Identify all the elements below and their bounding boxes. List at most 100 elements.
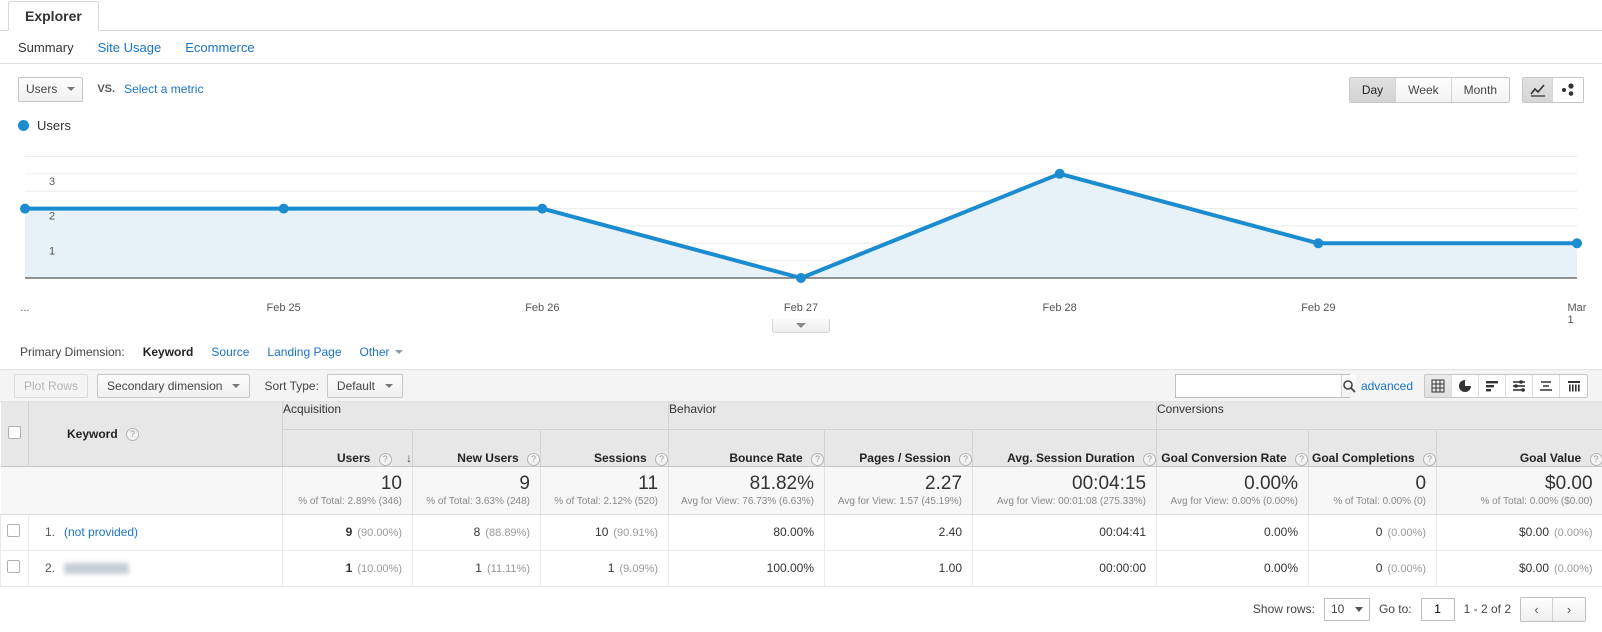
group-header-behavior: Behavior (669, 402, 1157, 429)
next-page-button[interactable]: › (1553, 598, 1585, 621)
granularity-month[interactable]: Month (1452, 78, 1509, 102)
legend-color-swatch (18, 120, 29, 131)
row-metric-cell: 1(9.09%) (541, 550, 669, 586)
chevron-down-icon (385, 384, 393, 388)
primary-metric-dropdown[interactable]: Users (18, 77, 83, 102)
primary-metric-label: Users (26, 82, 57, 96)
metric-value: 0.00% (1264, 525, 1298, 539)
table-row[interactable]: 1.(not provided)9(90.00%)8(88.89%)10(90.… (1, 514, 1602, 550)
percentage-view-icon[interactable] (1452, 375, 1479, 397)
totals-cell: $0.00% of Total: 0.00% ($0.00) (1437, 466, 1602, 514)
help-icon[interactable]: ? (527, 453, 540, 466)
table-view-icon[interactable] (1425, 375, 1452, 397)
metric-percent: (0.00%) (1554, 563, 1593, 575)
table-row[interactable]: 2.1(10.00%)1(11.11%)1(9.09%)100.00%1.000… (1, 550, 1602, 586)
granularity-week[interactable]: Week (1396, 78, 1451, 102)
table-toolbar: Plot Rows Secondary dimension Sort Type:… (0, 369, 1602, 402)
column-header-bounce-rate[interactable]: Bounce Rate ? (669, 429, 825, 466)
tab-explorer[interactable]: Explorer (8, 1, 99, 31)
sort-type-dropdown[interactable]: Default (327, 374, 403, 398)
column-header-goal-value-label: Goal Value (1520, 451, 1581, 465)
comparison-view-icon[interactable] (1506, 375, 1533, 397)
column-header-pages-session-label: Pages / Session (859, 451, 950, 465)
row-keyword-link[interactable]: (not provided) (64, 525, 138, 539)
totals-value: 9 (419, 473, 530, 495)
chevron-down-icon (395, 350, 403, 354)
row-metric-cell: 0(0.00%) (1309, 550, 1437, 586)
help-icon[interactable]: ? (379, 453, 392, 466)
granularity-day[interactable]: Day (1350, 78, 1396, 102)
goto-page-input[interactable] (1421, 598, 1455, 621)
totals-value: $0.00 (1443, 473, 1593, 495)
chart-controls: Day Week Month (1349, 77, 1584, 103)
subtab-ecommerce[interactable]: Ecommerce (185, 40, 254, 55)
primary-dimension-other-label: Other (360, 345, 390, 359)
collapse-chart-button[interactable] (772, 319, 830, 333)
row-metric-cell: 0(0.00%) (1309, 514, 1437, 550)
row-metric-cell: 0.00% (1157, 514, 1309, 550)
subtab-summary[interactable]: Summary (18, 40, 74, 55)
column-header-keyword[interactable]: Keyword ? (29, 402, 283, 466)
column-header-avg-session-duration[interactable]: Avg. Session Duration ? (973, 429, 1157, 466)
svg-text:3: 3 (49, 176, 55, 188)
primary-dimension-source[interactable]: Source (211, 345, 249, 359)
metric-value: $0.00 (1519, 561, 1549, 575)
motion-chart-icon[interactable] (1553, 78, 1583, 102)
column-header-goal-conversion-rate[interactable]: Goal Conversion Rate ? (1157, 429, 1309, 466)
row-index: 2. (45, 561, 55, 575)
pivot-view-icon[interactable] (1560, 375, 1587, 397)
primary-dimension-landing-page[interactable]: Landing Page (267, 345, 341, 359)
primary-dimension-keyword[interactable]: Keyword (143, 345, 194, 359)
plot-rows-button[interactable]: Plot Rows (14, 374, 88, 398)
help-icon[interactable]: ? (811, 453, 824, 466)
column-header-sessions[interactable]: Sessions ? (541, 429, 669, 466)
chevron-down-icon (67, 87, 75, 91)
keyword-report-table: Keyword ? Acquisition Behavior Conversio… (0, 402, 1602, 587)
help-icon[interactable]: ? (655, 453, 668, 466)
help-icon[interactable]: ? (1423, 453, 1436, 466)
line-chart-icon[interactable] (1523, 78, 1553, 102)
search-icon[interactable] (1341, 375, 1356, 397)
row-metric-cell: 1.00 (825, 550, 973, 586)
explorer-tabstrip: Explorer (0, 0, 1602, 31)
totals-checkbox-cell (1, 466, 29, 514)
row-metric-cell: 1(10.00%) (283, 550, 413, 586)
column-header-pages-session[interactable]: Pages / Session ? (825, 429, 973, 466)
select-a-metric-link[interactable]: Select a metric (124, 82, 203, 96)
column-header-goal-completions[interactable]: Goal Completions ? (1309, 429, 1437, 466)
x-axis-tick-label: Feb 28 (1043, 302, 1077, 314)
svg-text:2: 2 (49, 211, 55, 223)
redacted-keyword (64, 563, 129, 574)
totals-value: 11 (547, 473, 658, 495)
term-cloud-view-icon[interactable] (1533, 375, 1560, 397)
row-checkbox[interactable] (7, 560, 20, 573)
help-icon[interactable]: ? (1295, 453, 1308, 466)
table-body: 10% of Total: 2.89% (346)9% of Total: 3.… (1, 466, 1602, 586)
totals-value: 81.82% (675, 473, 814, 495)
select-all-checkbox[interactable] (8, 426, 21, 439)
column-header-users[interactable]: Users ? ↓ (283, 429, 413, 466)
column-header-users-label: Users (337, 451, 370, 465)
help-icon[interactable]: ? (959, 453, 972, 466)
chart-x-axis: ...Feb 25Feb 26Feb 27Feb 28Feb 29Mar 1 (18, 300, 1584, 320)
help-icon[interactable]: ? (1143, 453, 1156, 466)
secondary-dimension-dropdown[interactable]: Secondary dimension (97, 374, 250, 398)
chevron-down-icon (796, 323, 806, 328)
search-input[interactable] (1176, 375, 1341, 397)
column-header-goal-value[interactable]: Goal Value ? (1437, 429, 1602, 466)
previous-page-button[interactable]: ‹ (1521, 598, 1553, 621)
column-header-new-users[interactable]: New Users ? (413, 429, 541, 466)
totals-subtext: Avg for View: 0.00% (0.00%) (1163, 496, 1298, 507)
goto-label: Go to: (1379, 602, 1412, 616)
metric-value: 100.00% (767, 561, 814, 575)
show-rows-dropdown[interactable]: 10 (1324, 598, 1370, 621)
help-icon[interactable]: ? (126, 428, 139, 441)
help-icon[interactable]: ? (1590, 453, 1602, 466)
subtab-site-usage[interactable]: Site Usage (98, 40, 162, 55)
primary-dimension-other[interactable]: Other (360, 345, 403, 359)
users-over-time-chart[interactable]: 123 (18, 140, 1584, 300)
performance-view-icon[interactable] (1479, 375, 1506, 397)
metric-value: 10 (595, 525, 608, 539)
row-checkbox[interactable] (7, 524, 20, 537)
advanced-link[interactable]: advanced (1361, 379, 1413, 393)
